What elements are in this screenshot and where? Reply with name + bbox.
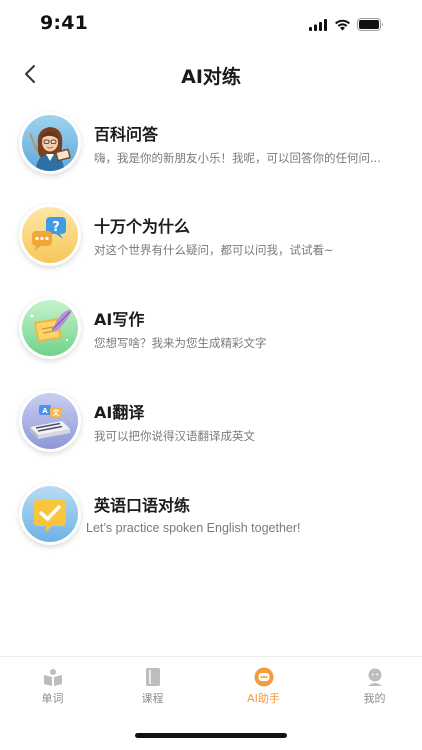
feature-avatar: ? (19, 204, 81, 266)
cellular-signal-icon (309, 16, 328, 35)
page-title: AI对练 (181, 66, 241, 88)
profile-icon (365, 667, 385, 687)
wifi-icon (334, 16, 351, 35)
ai-assistant-icon (254, 667, 274, 687)
feature-description: 嗨，我是你的新朋友小乐！我呢，可以回答你的任何问... (94, 151, 381, 165)
status-bar: 9:41 (0, 0, 422, 48)
tab-label: 单词 (41, 692, 64, 705)
tab-courses[interactable]: 课程 (100, 657, 205, 717)
battery-icon (357, 16, 384, 35)
feature-title: 百科问答 (94, 125, 159, 144)
translate-device-icon: A 文 (22, 393, 78, 449)
feature-description: 对这个世界有什么疑问，都可以问我，试试看~ (94, 243, 334, 257)
status-time: 9:41 (40, 12, 89, 34)
svg-text:文: 文 (53, 408, 61, 417)
feature-item-hundred-thousand-whys[interactable]: ? 十万个为什么 对这个世界有什么疑问，都可以问我，试试看~ (0, 200, 422, 280)
nav-bar: AI对练 (0, 56, 422, 96)
notebook-icon (143, 667, 163, 687)
feature-item-encyclopedia-qa[interactable]: 百科问答 嗨，我是你的新朋友小乐！我呢，可以回答你的任何问... (0, 108, 422, 188)
feature-description: Let’s practice spoken English together! (86, 521, 301, 535)
book-open-icon (43, 667, 63, 687)
tab-bar: 单词 课程 AI助手 我的 (0, 656, 422, 719)
feature-description: 您想写啥？我来为您生成精彩文字 (94, 336, 267, 350)
feature-item-ai-writing[interactable]: AI写作 您想写啥？我来为您生成精彩文字 (0, 293, 422, 373)
feature-avatar (19, 483, 81, 545)
tab-label: 我的 (363, 692, 386, 705)
home-indicator (135, 733, 287, 738)
question-bubble-icon: ? (22, 207, 78, 263)
checkmark-badge-icon (22, 486, 78, 542)
feature-avatar: A 文 (19, 390, 81, 452)
svg-text:?: ? (52, 220, 60, 235)
feature-item-ai-translation[interactable]: A 文 AI翻译 我可以把你说得汉语翻译成英文 (0, 386, 422, 466)
feature-title: AI翻译 (94, 403, 145, 422)
tab-words[interactable]: 单词 (0, 657, 105, 717)
feature-item-english-speaking-practice[interactable]: 英语口语对练 Let’s practice spoken English tog… (0, 479, 422, 559)
feature-description: 我可以把你说得汉语翻译成英文 (94, 429, 255, 443)
tab-label: 课程 (141, 692, 164, 705)
feature-avatar (19, 112, 81, 174)
feature-avatar (19, 297, 81, 359)
feature-title: 英语口语对练 (94, 496, 191, 515)
feature-title: AI写作 (94, 310, 145, 329)
status-icons (309, 16, 384, 35)
svg-text:A: A (42, 407, 48, 415)
quill-writing-icon (22, 300, 78, 356)
tab-label: AI助手 (247, 692, 280, 705)
tab-ai-assistant[interactable]: AI助手 (211, 657, 316, 717)
tab-profile[interactable]: 我的 (322, 657, 422, 717)
teacher-avatar-icon (22, 115, 78, 171)
feature-title: 十万个为什么 (94, 217, 191, 236)
